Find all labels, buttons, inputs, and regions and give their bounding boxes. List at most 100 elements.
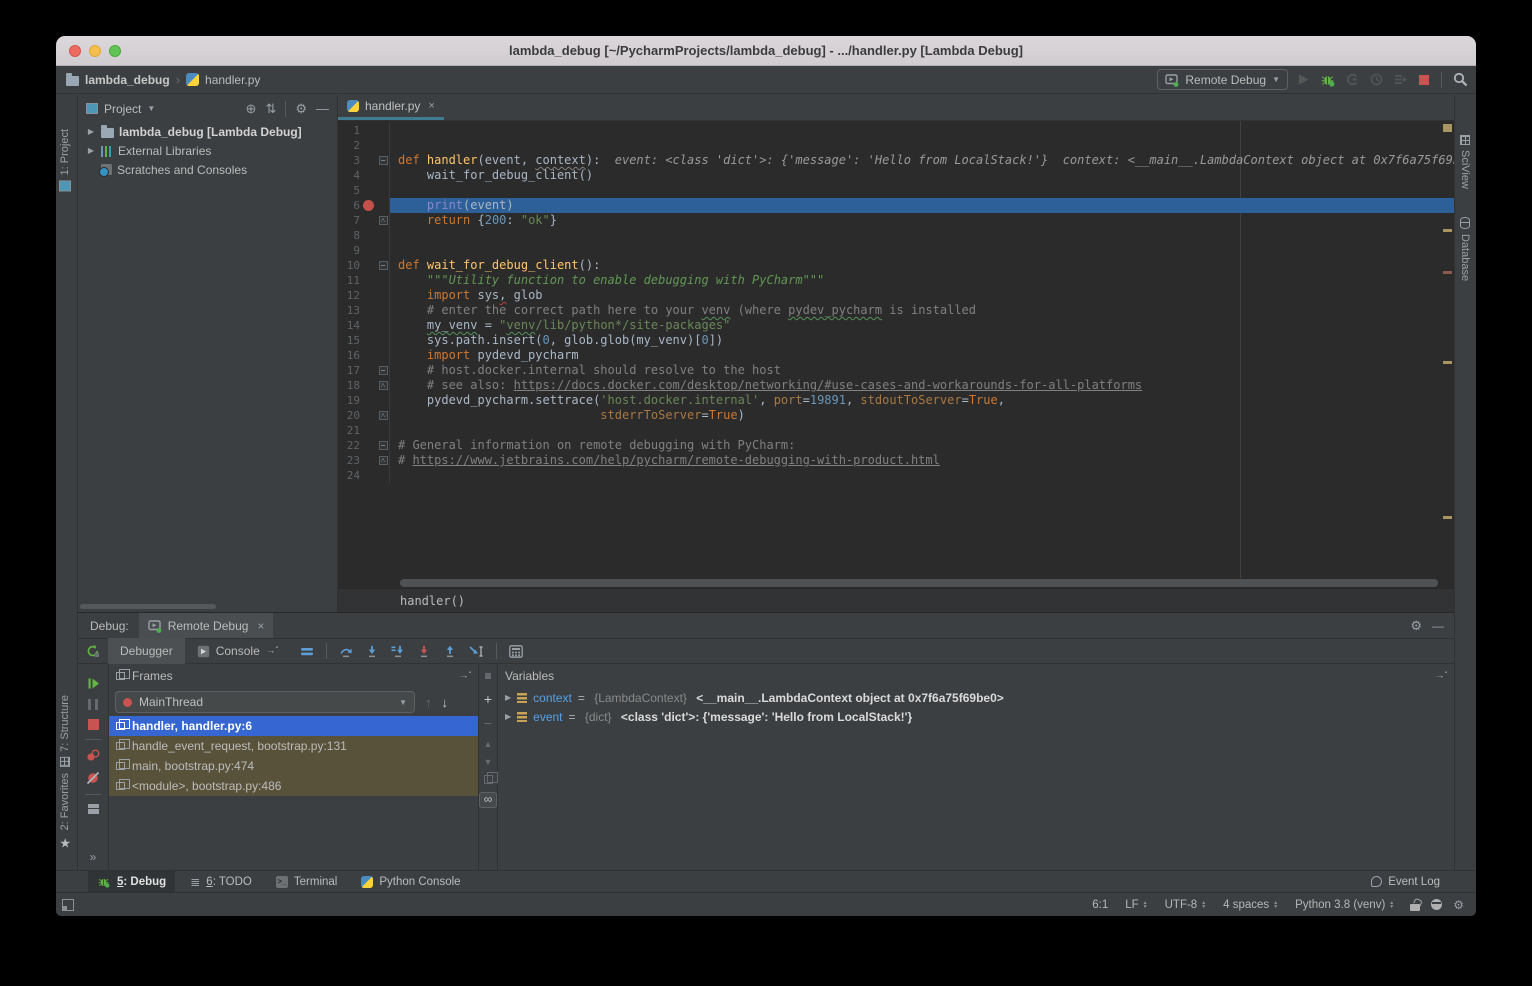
run-configuration-select[interactable]: Remote Debug ▼ xyxy=(1157,69,1288,90)
code-line-22[interactable]: 22−# General information on remote debug… xyxy=(338,438,1454,453)
code-line-8[interactable]: 8 xyxy=(338,228,1454,243)
sidebar-item-favorites[interactable]: ★ 2: Favorites xyxy=(59,773,71,851)
gutter-breakpoint-area[interactable] xyxy=(360,183,377,198)
gutter-fold-area[interactable] xyxy=(377,123,390,138)
gutter-fold-area[interactable] xyxy=(377,138,390,153)
code-line-24[interactable]: 24 xyxy=(338,468,1454,483)
gutter-breakpoint-area[interactable] xyxy=(360,258,377,273)
gutter-fold-area[interactable]: ˄ xyxy=(377,408,390,423)
line-number[interactable]: 14 xyxy=(338,318,360,333)
line-number[interactable]: 10 xyxy=(338,258,360,273)
code-line-20[interactable]: 20˄ stderrToServer=True) xyxy=(338,408,1454,423)
line-number[interactable]: 21 xyxy=(338,423,360,438)
line-number[interactable]: 7 xyxy=(338,213,360,228)
run-icon[interactable] xyxy=(1297,73,1310,86)
gutter-fold-area[interactable] xyxy=(377,228,390,243)
frame-row-1[interactable]: handler, handler.py:6 xyxy=(109,716,478,736)
gutter-breakpoint-area[interactable] xyxy=(360,198,377,213)
gutter-breakpoint-area[interactable] xyxy=(360,378,377,393)
project-tree-item-2[interactable]: ▶External Libraries xyxy=(78,141,337,160)
gutter-breakpoint-area[interactable] xyxy=(360,123,377,138)
line-number[interactable]: 19 xyxy=(338,393,360,408)
line-number[interactable]: 16 xyxy=(338,348,360,363)
search-everywhere-icon[interactable] xyxy=(1453,72,1468,87)
status-lf[interactable]: LF▲▼ xyxy=(1125,899,1147,911)
expand-arrow-icon[interactable]: ▶ xyxy=(86,127,96,136)
gutter-breakpoint-area[interactable] xyxy=(360,333,377,348)
line-number[interactable]: 18 xyxy=(338,378,360,393)
chevron-down-icon[interactable]: ▼ xyxy=(147,104,155,113)
code-line-7[interactable]: 7˄ return {200: "ok"} xyxy=(338,213,1454,228)
debug-icon[interactable] xyxy=(1321,73,1335,87)
frame-row-2[interactable]: handle_event_request, bootstrap.py:131 xyxy=(109,736,478,756)
editor-hscrollbar[interactable] xyxy=(338,578,1454,588)
line-number[interactable]: 11 xyxy=(338,273,360,288)
code-line-23[interactable]: 23˄# https://www.jetbrains.com/help/pych… xyxy=(338,453,1454,468)
step-out-icon[interactable] xyxy=(443,645,457,658)
gutter-fold-area[interactable] xyxy=(377,183,390,198)
gutter-fold-area[interactable]: ˄ xyxy=(377,453,390,468)
toolwindow-button-terminal[interactable]: >_Terminal xyxy=(267,871,346,893)
breadcrumb-project[interactable]: lambda_debug xyxy=(85,73,170,87)
code-line-13[interactable]: 13 # enter the correct path here to your… xyxy=(338,303,1454,318)
error-stripe[interactable] xyxy=(1442,121,1454,578)
line-number[interactable]: 12 xyxy=(338,288,360,303)
status-python-3-8-venv-[interactable]: Python 3.8 (venv)▲▼ xyxy=(1295,899,1394,911)
line-number[interactable]: 8 xyxy=(338,228,360,243)
breakpoint-icon[interactable] xyxy=(363,200,374,211)
hide-icon[interactable]: — xyxy=(316,101,329,116)
project-tree-item-1[interactable]: ▶lambda_debug [Lambda Debug] xyxy=(78,122,337,141)
code-line-4[interactable]: 4 wait_for_debug_client() xyxy=(338,168,1454,183)
write-lock-icon[interactable] xyxy=(1410,904,1420,911)
project-panel-hscrollbar[interactable] xyxy=(80,604,216,609)
code-line-17[interactable]: 17− # host.docker.internal should resolv… xyxy=(338,363,1454,378)
gutter-breakpoint-area[interactable] xyxy=(360,288,377,303)
code-line-2[interactable]: 2 xyxy=(338,138,1454,153)
gutter-fold-area[interactable] xyxy=(377,468,390,483)
variables-options-icon[interactable]: ≡ xyxy=(484,669,491,683)
frame-row-3[interactable]: main, bootstrap.py:474 xyxy=(109,756,478,776)
gutter-breakpoint-area[interactable] xyxy=(360,393,377,408)
warning-stripe-mark[interactable] xyxy=(1443,271,1452,274)
gutter-fold-area[interactable] xyxy=(377,423,390,438)
code-line-15[interactable]: 15 sys.path.insert(0, glob.glob(my_venv)… xyxy=(338,333,1454,348)
code-line-5[interactable]: 5 xyxy=(338,183,1454,198)
next-frame-icon[interactable]: ↓ xyxy=(442,695,449,710)
move-watch-up-icon[interactable]: ▲ xyxy=(484,739,493,749)
step-into-icon[interactable] xyxy=(365,645,379,658)
concurrency-diagram-icon[interactable] xyxy=(1370,73,1383,86)
show-execution-point-icon[interactable] xyxy=(300,645,314,658)
more-icons-icon[interactable]: » xyxy=(90,850,97,864)
status-6-1[interactable]: 6:1 xyxy=(1092,899,1108,911)
gutter-breakpoint-area[interactable] xyxy=(360,423,377,438)
gutter-breakpoint-area[interactable] xyxy=(360,348,377,363)
close-session-icon[interactable]: × xyxy=(257,619,264,633)
line-number[interactable]: 15 xyxy=(338,333,360,348)
tab-handler-py[interactable]: handler.py × xyxy=(338,95,444,120)
line-number[interactable]: 5 xyxy=(338,183,360,198)
gutter-fold-area[interactable]: ˄ xyxy=(377,378,390,393)
collapse-all-icon[interactable]: ⇅ xyxy=(265,101,276,117)
gutter-fold-area[interactable] xyxy=(377,318,390,333)
fold-marker-icon[interactable]: − xyxy=(379,441,388,450)
code-line-19[interactable]: 19 pydevd_pycharm.settrace('host.docker.… xyxy=(338,393,1454,408)
add-watch-icon[interactable]: + xyxy=(484,691,492,707)
gutter-fold-area[interactable]: ˄ xyxy=(377,213,390,228)
line-number[interactable]: 20 xyxy=(338,408,360,423)
fold-marker-icon[interactable]: ˄ xyxy=(379,456,388,465)
line-number[interactable]: 9 xyxy=(338,243,360,258)
code-line-3[interactable]: 3−def handler(event, context): event: <c… xyxy=(338,153,1454,168)
run-to-cursor-icon[interactable] xyxy=(469,645,484,658)
toolwindow-button-5-debug[interactable]: 5: Debug xyxy=(88,871,175,893)
gutter-breakpoint-area[interactable] xyxy=(360,153,377,168)
fold-marker-icon[interactable]: − xyxy=(379,366,388,375)
gutter-fold-area[interactable] xyxy=(377,273,390,288)
gutter-fold-area[interactable] xyxy=(377,168,390,183)
fold-marker-icon[interactable]: − xyxy=(379,156,388,165)
code-line-12[interactable]: 12 import sys, glob xyxy=(338,288,1454,303)
project-panel-title[interactable]: Project xyxy=(104,102,141,116)
line-number[interactable]: 6 xyxy=(338,198,360,213)
show-watches-icon[interactable]: ∞ xyxy=(479,792,497,808)
code-line-9[interactable]: 9 xyxy=(338,243,1454,258)
editor-breadcrumb[interactable]: handler() xyxy=(338,588,1454,612)
